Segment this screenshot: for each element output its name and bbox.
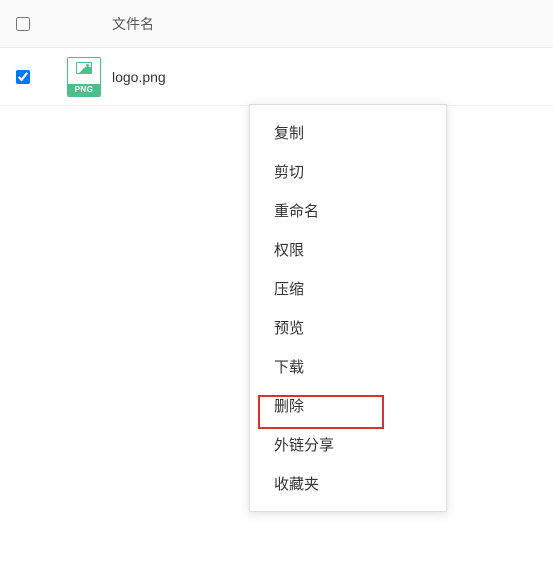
context-menu: 复制 剪切 重命名 权限 压缩 预览 下载 删除 外链分享 收藏夹 [249,104,447,512]
table-header-row: 文件名 [0,0,553,48]
menu-item-copy[interactable]: 复制 [250,113,446,152]
row-icon-cell: PNG [56,57,112,97]
menu-item-external-share[interactable]: 外链分享 [250,425,446,464]
menu-item-cut[interactable]: 剪切 [250,152,446,191]
file-table: 文件名 PNG logo.png [0,0,553,106]
png-file-icon: PNG [67,57,101,97]
menu-item-preview[interactable]: 预览 [250,308,446,347]
row-checkbox[interactable] [16,70,30,84]
file-icon-badge: PNG [68,84,100,96]
menu-item-permissions[interactable]: 权限 [250,230,446,269]
menu-item-favorites[interactable]: 收藏夹 [250,464,446,503]
select-all-checkbox[interactable] [16,17,30,31]
menu-item-delete[interactable]: 删除 [250,386,446,425]
menu-item-rename[interactable]: 重命名 [250,191,446,230]
menu-item-download[interactable]: 下载 [250,347,446,386]
table-row[interactable]: PNG logo.png [0,48,553,106]
row-filename[interactable]: logo.png [112,69,537,85]
header-checkbox-cell [16,17,56,31]
row-checkbox-cell [16,70,56,84]
menu-item-compress[interactable]: 压缩 [250,269,446,308]
header-filename-label: 文件名 [112,14,537,34]
